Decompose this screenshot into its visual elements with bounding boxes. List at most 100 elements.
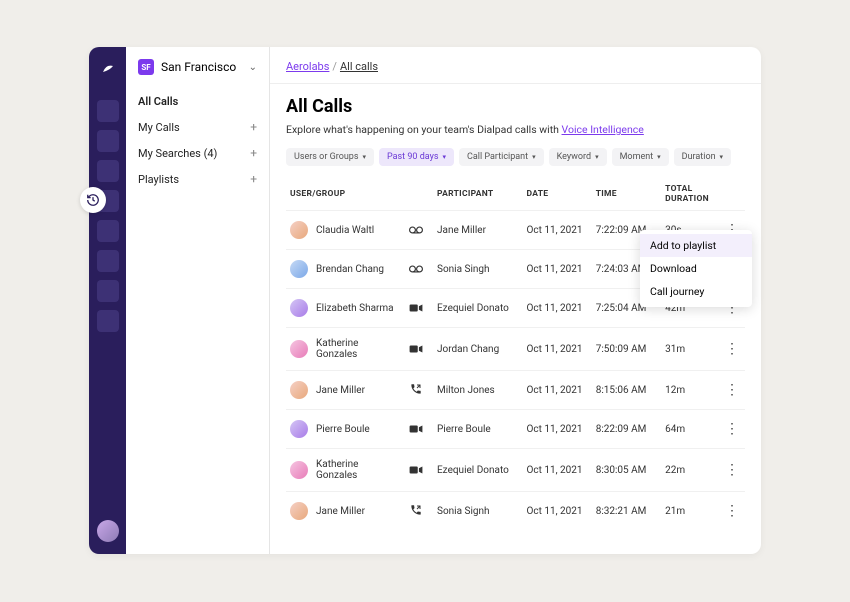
- content: All Calls Explore what's happening on yo…: [270, 84, 761, 542]
- time-cell: 8:30:05 AM: [592, 449, 661, 492]
- col-user: USER/GROUP: [286, 178, 405, 211]
- filter-participant[interactable]: Call Participant ▾: [459, 148, 544, 166]
- time-cell: 7:50:09 AM: [592, 328, 661, 371]
- filter-keyword[interactable]: Keyword ▾: [549, 148, 607, 166]
- user-name: Pierre Boule: [316, 424, 370, 435]
- participant-cell: Sonia Singh: [433, 250, 522, 289]
- menu-add-to-playlist[interactable]: Add to playlist: [640, 234, 752, 257]
- chevron-down-icon: ▾: [532, 153, 536, 161]
- time-cell: 8:15:06 AM: [592, 371, 661, 410]
- user-cell: Brendan Chang: [290, 260, 401, 278]
- time-cell: 8:22:09 AM: [592, 410, 661, 449]
- rail-item[interactable]: [97, 130, 119, 152]
- avatar: [290, 260, 308, 278]
- date-cell: Oct 11, 2021: [522, 211, 591, 250]
- rail-item[interactable]: [97, 310, 119, 332]
- col-time: TIME: [592, 178, 661, 211]
- filter-label: Duration: [682, 152, 716, 162]
- filter-date[interactable]: Past 90 days ▾: [379, 148, 454, 166]
- breadcrumb-sep: /: [332, 60, 337, 73]
- video-icon: [409, 422, 423, 436]
- rail-item[interactable]: [97, 160, 119, 182]
- chevron-down-icon: ⌄: [249, 62, 257, 73]
- table-row[interactable]: Pierre BoulePierre BouleOct 11, 20218:22…: [286, 410, 745, 449]
- filter-label: Keyword: [557, 152, 591, 162]
- rail-item[interactable]: [97, 220, 119, 242]
- avatar: [290, 461, 308, 479]
- rail-item[interactable]: [97, 100, 119, 122]
- chevron-down-icon: ▾: [362, 153, 366, 161]
- sidebar: SF San Francisco ⌄ All Calls My Calls + M…: [126, 47, 270, 554]
- user-name: Katherine Gonzales: [316, 459, 401, 481]
- filter-label: Moment: [620, 152, 654, 162]
- table-row[interactable]: Jane Miller Milton JonesOct 11, 20218:15:…: [286, 371, 745, 410]
- duration-cell: 22m: [661, 449, 721, 492]
- menu-call-journey[interactable]: Call journey: [640, 280, 752, 303]
- duration-cell: 64m: [661, 410, 721, 449]
- time-cell: 8:32:21 AM: [592, 492, 661, 531]
- avatar: [290, 299, 308, 317]
- rail-item[interactable]: [97, 280, 119, 302]
- participant-cell: Ezequiel Donato: [433, 289, 522, 328]
- filter-moment[interactable]: Moment▾: [612, 148, 669, 166]
- plus-icon[interactable]: +: [250, 172, 257, 186]
- participant-cell: Ezequiel Donato: [433, 449, 522, 492]
- filter-users[interactable]: Users or Groups▾: [286, 148, 374, 166]
- user-name: Katherine Gonzales: [316, 338, 401, 360]
- date-cell: Oct 11, 2021: [522, 492, 591, 531]
- user-avatar[interactable]: [97, 520, 119, 542]
- chevron-down-icon: ▾: [720, 153, 724, 161]
- sidebar-item-my-searches[interactable]: My Searches (4)+: [126, 140, 269, 166]
- row-action-menu: Add to playlist Download Call journey: [640, 230, 752, 307]
- user-cell: Elizabeth Sharma: [290, 299, 401, 317]
- rail-active-history-icon[interactable]: [80, 187, 106, 213]
- duration-cell: 21m: [661, 492, 721, 531]
- row-menu-button[interactable]: ⋮: [721, 328, 745, 371]
- table-row[interactable]: Katherine Gonzales Ezequiel DonatoOct 11,…: [286, 449, 745, 492]
- filter-label: Call Participant: [467, 152, 528, 162]
- row-menu-button[interactable]: ⋮: [721, 449, 745, 492]
- subtitle-text: Explore what's happening on your team's …: [286, 123, 562, 136]
- user-name: Elizabeth Sharma: [316, 303, 394, 314]
- sidebar-item-playlists[interactable]: Playlists+: [126, 166, 269, 192]
- app-logo-icon: [99, 59, 117, 77]
- row-menu-button[interactable]: ⋮: [721, 492, 745, 531]
- table-row[interactable]: Jane MillerSonia SignhOct 11, 20218:32:2…: [286, 492, 745, 531]
- chevron-down-icon: ▾: [443, 153, 447, 161]
- user-cell: Claudia Waltl: [290, 221, 401, 239]
- participant-cell: Milton Jones: [433, 371, 522, 410]
- date-cell: Oct 11, 2021: [522, 449, 591, 492]
- user-name: Claudia Waltl: [316, 225, 374, 236]
- row-menu-button[interactable]: ⋮: [721, 410, 745, 449]
- user-cell: Katherine Gonzales: [290, 459, 401, 481]
- menu-download[interactable]: Download: [640, 257, 752, 280]
- date-cell: Oct 11, 2021: [522, 289, 591, 328]
- page-subtitle: Explore what's happening on your team's …: [286, 123, 745, 136]
- filter-duration[interactable]: Duration ▾: [674, 148, 731, 166]
- team-badge: SF: [138, 59, 154, 75]
- row-menu-button[interactable]: ⋮: [721, 371, 745, 410]
- chevron-down-icon: ▾: [595, 153, 599, 161]
- participant-cell: Sonia Signh: [433, 492, 522, 531]
- page-title: All Calls: [286, 96, 745, 117]
- breadcrumb-parent[interactable]: Aerolabs: [286, 60, 329, 73]
- rail-item[interactable]: [97, 250, 119, 272]
- voice-intelligence-link[interactable]: Voice Intelligence: [562, 123, 644, 136]
- sidebar-item-my-calls[interactable]: My Calls +: [126, 114, 269, 140]
- plus-icon[interactable]: +: [250, 146, 257, 160]
- avatar: [290, 381, 308, 399]
- avatar: [290, 502, 308, 520]
- user-name: Jane Miller: [316, 385, 365, 396]
- participant-cell: Pierre Boule: [433, 410, 522, 449]
- team-selector[interactable]: SF San Francisco ⌄: [126, 59, 269, 89]
- breadcrumb: Aerolabs/All calls: [270, 47, 761, 84]
- col-date: DATE: [522, 178, 591, 211]
- plus-icon[interactable]: +: [250, 120, 257, 134]
- sidebar-item-all-calls[interactable]: All Calls: [126, 89, 269, 114]
- avatar: [290, 221, 308, 239]
- sidebar-item-label: My Calls: [138, 121, 180, 134]
- date-cell: Oct 11, 2021: [522, 371, 591, 410]
- date-cell: Oct 11, 2021: [522, 410, 591, 449]
- filter-label: Past 90 days: [387, 152, 439, 162]
- table-row[interactable]: Katherine GonzalesJordan ChangOct 11, 20…: [286, 328, 745, 371]
